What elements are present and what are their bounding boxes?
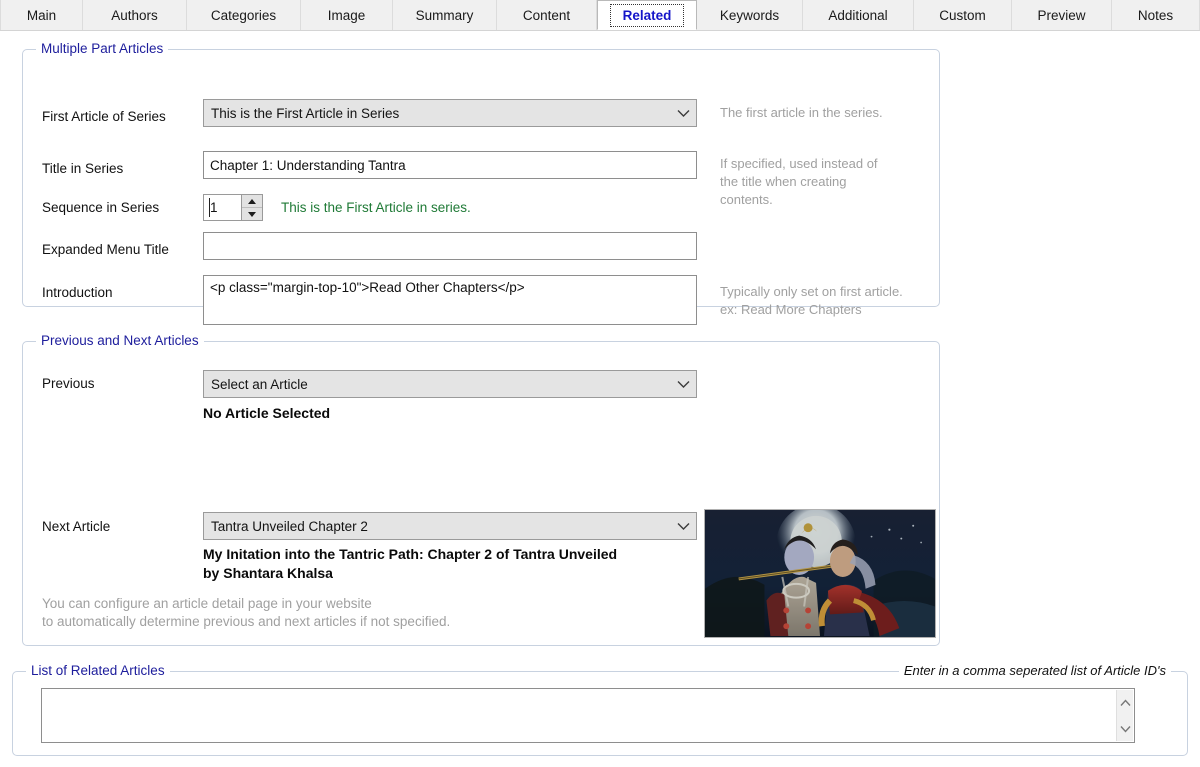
tab-main[interactable]: Main [0,0,83,30]
related-tab-panel: Multiple Part Articles First Article of … [0,31,1200,767]
tab-label: Image [327,7,366,23]
expanded-menu-title-label: Expanded Menu Title [42,242,169,257]
next-article-detail-line2: by Shantara Khalsa [203,565,333,581]
group-title: List of Related Articles [26,663,170,678]
title-in-series-hint: If specified, used instead of the title … [720,156,878,207]
tab-preview[interactable]: Preview [1012,0,1112,30]
first-article-value: This is the First Article in Series [211,105,400,121]
tab-summary[interactable]: Summary [393,0,497,30]
introduction-label: Introduction [42,285,113,300]
tab-label: Main [26,7,57,23]
first-article-label: First Article of Series [42,109,166,124]
tab-keywords[interactable]: Keywords [697,0,803,30]
first-article-hint: The first article in the series. [720,105,883,120]
related-articles-textarea[interactable] [41,688,1135,743]
tab-label: Custom [939,7,986,23]
previous-article-select[interactable]: Select an Article [203,370,697,398]
chevron-down-icon [674,517,692,535]
next-article-label: Next Article [42,519,111,534]
scroll-up-arrow-icon[interactable] [1117,694,1134,711]
sequence-in-series-stepper[interactable]: 1 [203,194,263,221]
next-article-select[interactable]: Tantra Unveiled Chapter 2 [203,512,697,540]
krishna-radha-painting [705,510,935,637]
multiple-part-articles-group: Multiple Part Articles First Article of … [22,41,940,325]
previous-label: Previous [42,376,95,391]
group-title: Multiple Part Articles [36,41,169,56]
previous-next-articles-group: Previous and Next Articles Previous Sele… [22,333,940,646]
tab-label: Categories [210,7,277,23]
spinner-up-arrow-icon[interactable] [242,195,262,208]
title-in-series-label: Title in Series [42,161,124,176]
list-of-related-articles-group: List of Related Articles Enter in a comm… [12,663,1188,756]
sequence-value: 1 [204,195,241,220]
title-in-series-input[interactable]: Chapter 1: Understanding Tantra [203,151,697,179]
title-in-series-value: Chapter 1: Understanding Tantra [210,157,406,173]
tab-image[interactable]: Image [301,0,393,30]
next-article-thumbnail [704,509,936,638]
tab-label: Preview [1037,7,1086,23]
chevron-down-icon [674,104,692,122]
chevron-down-icon [674,375,692,393]
group-title: Previous and Next Articles [36,333,204,348]
scroll-down-arrow-icon[interactable] [1117,720,1134,737]
related-articles-scrollbar[interactable] [1116,690,1133,741]
tab-label: Summary [415,7,474,23]
next-article-value: Tantra Unveiled Chapter 2 [211,518,368,534]
tab-label: Authors [111,7,158,23]
tab-categories[interactable]: Categories [187,0,301,30]
introduction-hint: Typically only set on first article. ex:… [720,284,903,317]
next-article-detail-line1: My Initation into the Tantric Path: Chap… [203,546,618,562]
introduction-textarea[interactable]: <p class="margin-top-10">Read Other Chap… [203,275,697,325]
tab-custom[interactable]: Custom [914,0,1012,30]
tab-label: Keywords [719,7,780,23]
tab-label: Content [522,7,571,23]
expanded-menu-title-input[interactable] [203,232,697,260]
first-article-of-series-select[interactable]: This is the First Article in Series [203,99,697,127]
tab-label: Notes [1137,7,1174,23]
tab-additional[interactable]: Additional [803,0,914,30]
tab-authors[interactable]: Authors [83,0,187,30]
tab-notes[interactable]: Notes [1112,0,1200,30]
previous-article-value: Select an Article [211,376,308,392]
introduction-value: <p class="margin-top-10">Read Other Chap… [210,280,525,295]
tab-bar: Main Authors Categories Image Summary Co… [0,0,1200,31]
previous-article-detail: No Article Selected [203,405,331,421]
tab-content[interactable]: Content [497,0,597,30]
stepper-buttons [241,195,262,220]
related-list-caption: Enter in a comma seperated list of Artic… [898,663,1171,678]
spinner-down-arrow-icon[interactable] [242,208,262,220]
tab-label: Related [609,3,685,27]
sequence-in-series-label: Sequence in Series [42,200,160,215]
tab-related[interactable]: Related [597,0,697,30]
tab-label: Additional [828,7,888,23]
sequence-status-text: This is the First Article in series. [281,200,471,215]
prev-next-footnote: You can configure an article detail page… [42,596,451,629]
